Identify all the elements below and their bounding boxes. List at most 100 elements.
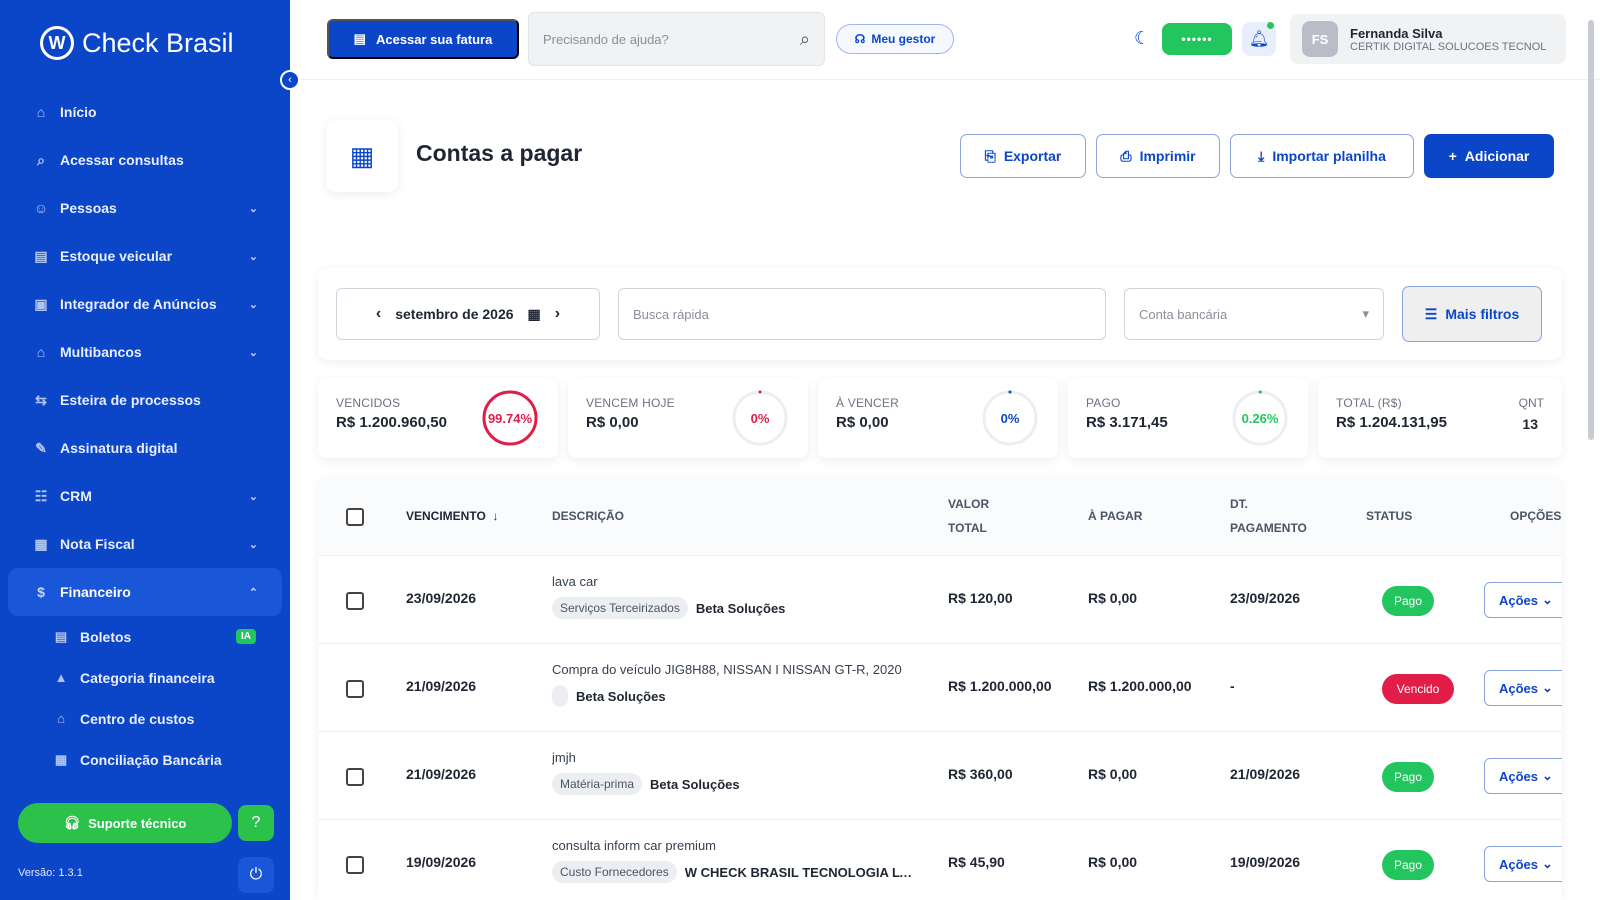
import-spreadsheet-button[interactable]: ⤓ Importar planilha (1230, 134, 1414, 178)
support-button[interactable]: 🎧︎ Suporte técnico (18, 803, 232, 843)
row-checkbox[interactable] (346, 592, 364, 610)
sidebar-item-10[interactable]: $ Financeiro ⌃ (8, 568, 282, 616)
help-search-input[interactable]: Precisando de ajuda? ⌕ (528, 12, 825, 66)
brand-name: Check Brasil (82, 27, 234, 58)
my-manager-label: Meu gestor (871, 32, 936, 46)
row-checkbox[interactable] (346, 768, 364, 786)
actions-label: Ações (1499, 768, 1539, 784)
print-label: Imprimir (1139, 148, 1196, 164)
user-company: CERTIK DIGITAL SOLUCOES TECNOLOGICAS (1350, 40, 1546, 53)
table-row[interactable]: 23/09/2026 lava car Serviços Terceirizados… (318, 556, 1562, 644)
hidden-balance-pill[interactable]: •••••• (1162, 23, 1232, 55)
row-vencimento: 21/09/2026 (406, 766, 477, 782)
more-filters-button[interactable]: ☰ Mais filtros (1402, 286, 1542, 342)
access-invoice-label: Acessar sua fatura (375, 31, 493, 47)
calendar-icon[interactable]: ▦ (528, 306, 541, 323)
page-scrollbar[interactable] (1588, 20, 1594, 440)
col-dt-pagamento-line2: PAGAMENTO (1230, 521, 1307, 535)
sidebar-item-1[interactable]: ⌕ Acessar consultas (8, 136, 282, 184)
row-descricao: consulta inform car premium Custo Fornece… (552, 838, 932, 883)
help-button[interactable]: ? (238, 805, 274, 841)
month-picker[interactable]: ‹ setembro de 2026 ▦ › (336, 288, 600, 340)
actions-button[interactable]: Ações ⌄ (1484, 846, 1562, 882)
sidebar-subitem-2[interactable]: ⌂ Centro de custos (8, 698, 282, 739)
row-a-pagar: R$ 0,00 (1088, 766, 1138, 782)
chevron-down-icon: ⌄ (1542, 592, 1553, 607)
more-filters-label: Mais filtros (1445, 306, 1520, 322)
people-icon: ☺ (33, 200, 49, 216)
sidebar-item-label: Nota Fiscal (60, 536, 135, 552)
sidebar-item-label: Multibancos (60, 344, 142, 360)
sidebar-item-6[interactable]: ⇆ Esteira de processos (8, 376, 282, 424)
summary-card-2: À VENCER R$ 0,00 0% (818, 378, 1058, 458)
sidebar-item-4[interactable]: ▣ Integrador de Anúncios ⌄ (8, 280, 282, 328)
notifications-button[interactable]: 🔔︎ (1242, 22, 1276, 56)
summary-card-total: TOTAL (R$) R$ 1.204.131,95 QNT 13 (1318, 378, 1562, 458)
brand-logo[interactable]: W Check Brasil (40, 26, 234, 60)
row-checkbox[interactable] (346, 680, 364, 698)
sidebar-subitem-label: Conciliação Bancária (80, 751, 222, 768)
add-button[interactable]: + Adicionar (1424, 134, 1554, 178)
sidebar-item-label: Pessoas (60, 200, 117, 216)
chevron-right-icon[interactable]: › (555, 305, 560, 323)
logout-button[interactable]: ⏻ (238, 857, 274, 893)
sidebar-subitem-3[interactable]: ▦ Conciliação Bancária (8, 739, 282, 780)
actions-label: Ações (1499, 856, 1539, 872)
row-valor-total: R$ 360,00 (948, 766, 1013, 782)
chevron-left-icon[interactable]: ‹ (376, 305, 381, 323)
col-valor-total: VALOR TOTAL (948, 492, 989, 540)
megaphone-icon: ▣ (34, 295, 48, 312)
actions-button[interactable]: Ações ⌄ (1484, 582, 1562, 618)
bell-icon: 🔔︎ (1248, 31, 1270, 48)
user-name: Fernanda Silva (1350, 25, 1443, 41)
sidebar-item-7[interactable]: ✎ Assinatura digital (8, 424, 282, 472)
actions-button[interactable]: Ações ⌄ (1484, 758, 1562, 794)
sidebar-subitem-1[interactable]: ▲ Categoria financeira (8, 657, 282, 698)
dark-mode-toggle-icon[interactable]: ☾ (1134, 28, 1150, 49)
search-icon[interactable]: ⌕ (800, 29, 810, 50)
category-tag: Matéria-prima (552, 773, 643, 795)
sidebar-subitem-0[interactable]: ▤ Boletos IA (8, 616, 282, 657)
print-button[interactable]: ⎙ Imprimir (1096, 134, 1220, 178)
category-tag: Serviços Terceirizados (552, 597, 688, 619)
sidebar-item-3[interactable]: ▤ Estoque veicular ⌄ (8, 232, 282, 280)
table-row[interactable]: 21/09/2026 jmjh Matéria-prima Beta Soluções… (318, 732, 1562, 820)
user-menu[interactable]: FS Fernanda Silva CERTIK DIGITAL SOLUCOE… (1290, 14, 1566, 64)
row-a-pagar: R$ 0,00 (1088, 854, 1138, 870)
summary-percent: 0.26% (1241, 410, 1279, 426)
actions-button[interactable]: Ações ⌄ (1484, 670, 1562, 706)
my-manager-button[interactable]: ☊ Meu gestor (836, 24, 954, 54)
export-button[interactable]: ⎘ Exportar (960, 134, 1086, 178)
import-label: Importar planilha (1272, 148, 1386, 164)
sidebar-subitem-label: Boletos (80, 628, 132, 645)
access-invoice-button[interactable]: ▤ Acessar sua fatura (327, 19, 519, 59)
col-vencimento-label: VENCIMENTO (406, 509, 486, 523)
collapse-sidebar-button[interactable]: ‹ (280, 70, 300, 90)
summary-percent: 0% (750, 410, 770, 426)
sidebar-item-8[interactable]: ☷ CRM ⌄ (8, 472, 282, 520)
row-checkbox[interactable] (346, 856, 364, 874)
printer-icon: ⎙ (1120, 147, 1132, 164)
notification-dot (1267, 22, 1274, 29)
sidebar-item-label: Estoque veicular (60, 248, 173, 264)
table-row[interactable]: 21/09/2026 Compra do veículo JIG8H88, NIS… (318, 644, 1562, 732)
home-icon: ⌂ (36, 104, 46, 120)
crm-icon: ☷ (34, 487, 48, 504)
row-valor-total: R$ 45,90 (948, 854, 1005, 870)
row-vencimento: 23/09/2026 (406, 590, 477, 606)
sidebar-item-2[interactable]: ☺ Pessoas ⌄ (8, 184, 282, 232)
row-descricao-text: Compra do veículo JIG8H88, NISSAN I NISS… (552, 662, 902, 677)
sidebar-item-5[interactable]: ⌂ Multibancos ⌄ (8, 328, 282, 376)
row-descricao-text: jmjh (552, 750, 576, 765)
quick-search-input[interactable]: Busca rápida (618, 288, 1106, 340)
col-vencimento[interactable]: VENCIMENTO ↓ (406, 504, 498, 528)
table-header: VENCIMENTO ↓ DESCRIÇÃO VALOR TOTAL À PAG… (318, 476, 1562, 556)
sidebar-item-label: Financeiro (60, 584, 131, 600)
sidebar-item-0[interactable]: ⌂ Início (8, 88, 282, 136)
sidebar-item-9[interactable]: ▦ Nota Fiscal ⌄ (8, 520, 282, 568)
table-row[interactable]: 19/09/2026 consulta inform car premium Cus… (318, 820, 1562, 900)
bank-account-select[interactable]: Conta bancária ▾ (1124, 288, 1384, 340)
row-dt-pagamento: 21/09/2026 (1230, 766, 1301, 782)
col-dt-pagamento: DT. PAGAMENTO (1230, 492, 1307, 540)
select-all-checkbox[interactable] (346, 508, 364, 526)
